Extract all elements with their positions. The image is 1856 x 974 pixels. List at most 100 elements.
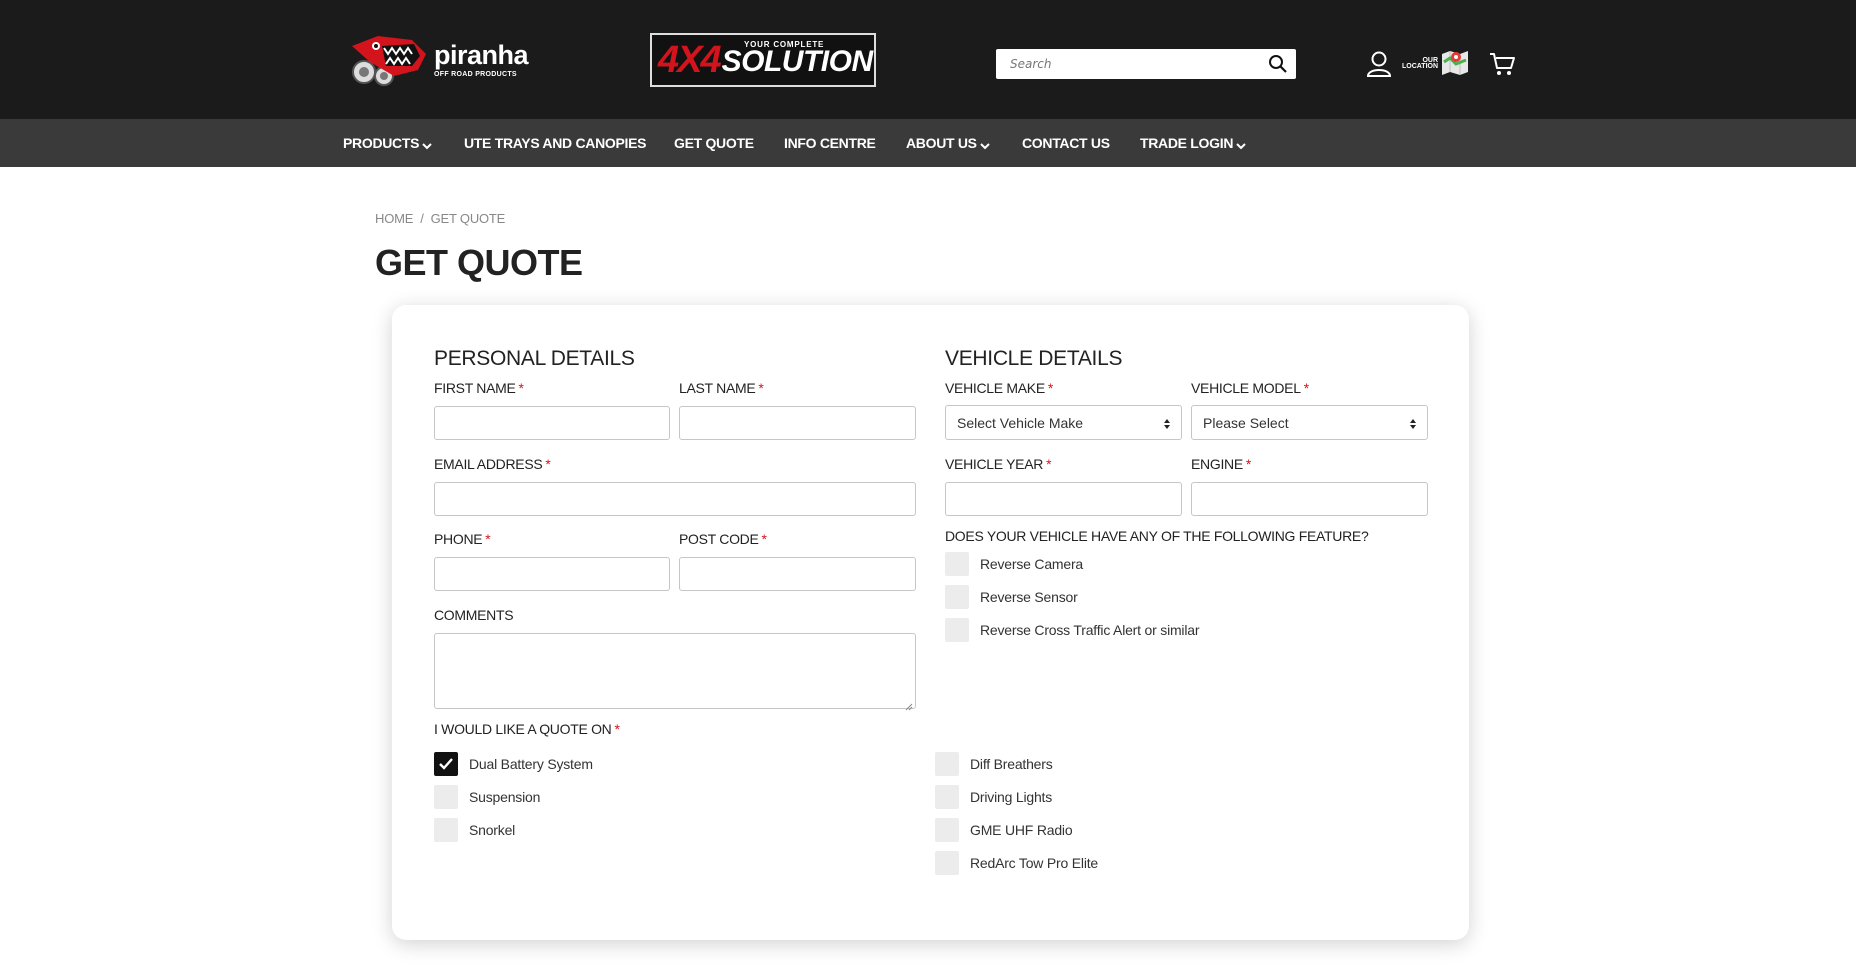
comments-textarea[interactable]	[434, 633, 916, 711]
4x4-solution-logo[interactable]: YOUR COMPLETE 4X4 SOLUTION	[650, 33, 876, 87]
quote-option-driving-lights[interactable]: Driving Lights	[935, 785, 1052, 809]
nav-item-label: GET QUOTE	[674, 135, 754, 151]
checkbox-label: Dual Battery System	[469, 756, 593, 772]
breadcrumb-separator: /	[420, 211, 424, 226]
engine-field	[1191, 482, 1428, 516]
logo-4x4-text: 4X4	[658, 38, 722, 81]
nav-item-trade-login[interactable]: TRADE LOGIN	[1140, 119, 1246, 167]
email-input[interactable]	[435, 483, 915, 515]
feature-reverse-cross-traffic[interactable]: Reverse Cross Traffic Alert or similar	[945, 618, 1200, 642]
breadcrumb-home[interactable]: HOME	[375, 211, 413, 226]
checkbox[interactable]	[945, 618, 969, 642]
checkbox-label: Driving Lights	[970, 789, 1053, 805]
nav-item-label: PRODUCTS	[343, 135, 420, 151]
nav-item-products[interactable]: PRODUCTS	[343, 119, 432, 167]
feature-reverse-sensor[interactable]: Reverse Sensor	[945, 585, 1078, 609]
checkbox[interactable]	[434, 785, 458, 809]
checkbox[interactable]	[945, 552, 969, 576]
vehicle-details-heading: VEHICLE DETAILS	[945, 347, 1123, 370]
vehicle-year-input[interactable]	[946, 483, 1181, 515]
vehicle-year-field	[945, 482, 1182, 516]
email-label: EMAIL ADDRESS *	[434, 456, 551, 472]
engine-input[interactable]	[1192, 483, 1427, 515]
email-field	[434, 482, 916, 516]
our-location-link[interactable]: OUR LOCATION	[1402, 48, 1472, 80]
checkbox-checked[interactable]	[434, 752, 458, 776]
site-header: piranha OFF ROAD PRODUCTS YOUR COMPLETE …	[0, 0, 1856, 119]
checkmark-icon	[439, 758, 453, 770]
feature-reverse-camera[interactable]: Reverse Camera	[945, 552, 1083, 576]
page-title: GET QUOTE	[375, 242, 583, 283]
search-input[interactable]	[996, 49, 1258, 79]
select-arrows-icon	[1163, 417, 1171, 429]
checkbox-label: Reverse Sensor	[980, 589, 1078, 605]
personal-details-heading: PERSONAL DETAILS	[434, 347, 635, 370]
nav-item-contact-us[interactable]: CONTACT US	[1022, 119, 1110, 167]
search-icon[interactable]	[1268, 54, 1288, 74]
last-name-input[interactable]	[680, 407, 915, 439]
vehicle-model-label: VEHICLE MODEL *	[1191, 380, 1309, 396]
engine-label: ENGINE *	[1191, 456, 1252, 472]
nav-item-get-quote[interactable]: GET QUOTE	[674, 119, 754, 167]
quote-option-redarc-tow-pro[interactable]: RedArc Tow Pro Elite	[935, 851, 1098, 875]
phone-label: PHONE *	[434, 531, 491, 547]
nav-item-label: TRADE LOGIN	[1140, 135, 1234, 151]
piranha-logo[interactable]: piranha OFF ROAD PRODUCTS	[348, 32, 529, 88]
quote-option-dual-battery[interactable]: Dual Battery System	[434, 752, 593, 776]
checkbox[interactable]	[945, 585, 969, 609]
select-arrows-icon	[1409, 417, 1417, 429]
main-navigation: PRODUCTS UTE TRAYS AND CANOPIES GET QUOT…	[0, 119, 1856, 167]
phone-input[interactable]	[435, 558, 669, 590]
checkbox[interactable]	[935, 851, 959, 875]
nav-item-about-us[interactable]: ABOUT US	[906, 119, 990, 167]
checkbox-label: RedArc Tow Pro Elite	[970, 855, 1099, 871]
first-name-input[interactable]	[435, 407, 669, 439]
checkbox[interactable]	[935, 818, 959, 842]
first-name-field	[434, 406, 670, 440]
breadcrumb-current: GET QUOTE	[430, 211, 506, 226]
checkbox-label: GME UHF Radio	[970, 822, 1073, 838]
checkbox-label: Diff Breathers	[970, 756, 1053, 772]
vehicle-features-question: DOES YOUR VEHICLE HAVE ANY OF THE FOLLOW…	[945, 528, 1369, 544]
postcode-field	[679, 557, 916, 591]
piranha-fish-icon	[348, 32, 430, 88]
comments-label: COMMENTS	[434, 607, 514, 623]
quote-option-snorkel[interactable]: Snorkel	[434, 818, 515, 842]
quote-option-gme-uhf-radio[interactable]: GME UHF Radio	[935, 818, 1073, 842]
checkbox-label: Suspension	[469, 789, 541, 805]
vehicle-model-select[interactable]: Please Select	[1191, 405, 1428, 440]
checkbox[interactable]	[935, 752, 959, 776]
phone-field	[434, 557, 670, 591]
nav-item-label: ABOUT US	[906, 135, 977, 151]
resize-grip-icon[interactable]	[905, 698, 913, 711]
nav-item-label: INFO CENTRE	[784, 135, 876, 151]
quote-on-label: I WOULD LIKE A QUOTE ON *	[434, 721, 620, 737]
location-label: OUR LOCATION	[1402, 56, 1439, 70]
checkbox[interactable]	[434, 818, 458, 842]
user-icon[interactable]	[1366, 50, 1392, 78]
chevron-down-icon	[980, 138, 990, 150]
location-map-icon	[1440, 48, 1470, 81]
nav-item-info-centre[interactable]: INFO CENTRE	[784, 119, 876, 167]
nav-item-ute-trays[interactable]: UTE TRAYS AND CANOPIES	[464, 119, 646, 167]
search-box	[996, 49, 1296, 79]
checkbox-label: Snorkel	[469, 822, 516, 838]
vehicle-make-select[interactable]: Select Vehicle Make	[945, 405, 1182, 440]
checkbox-label: Reverse Cross Traffic Alert or similar	[980, 622, 1200, 638]
quote-option-suspension[interactable]: Suspension	[434, 785, 540, 809]
last-name-field	[679, 406, 916, 440]
breadcrumb: HOME / GET QUOTE	[375, 211, 505, 226]
chevron-down-icon	[422, 138, 432, 150]
first-name-label: FIRST NAME *	[434, 380, 524, 396]
vehicle-model-selected: Please Select	[1203, 414, 1289, 431]
vehicle-make-label: VEHICLE MAKE *	[945, 380, 1054, 396]
nav-item-label: CONTACT US	[1022, 135, 1110, 151]
postcode-input[interactable]	[680, 558, 915, 590]
cart-icon[interactable]	[1488, 50, 1516, 78]
checkbox[interactable]	[935, 785, 959, 809]
vehicle-make-selected: Select Vehicle Make	[957, 414, 1084, 431]
last-name-label: LAST NAME *	[679, 380, 764, 396]
postcode-label: POST CODE *	[679, 531, 767, 547]
quote-option-diff-breathers[interactable]: Diff Breathers	[935, 752, 1053, 776]
checkbox-label: Reverse Camera	[980, 556, 1084, 572]
